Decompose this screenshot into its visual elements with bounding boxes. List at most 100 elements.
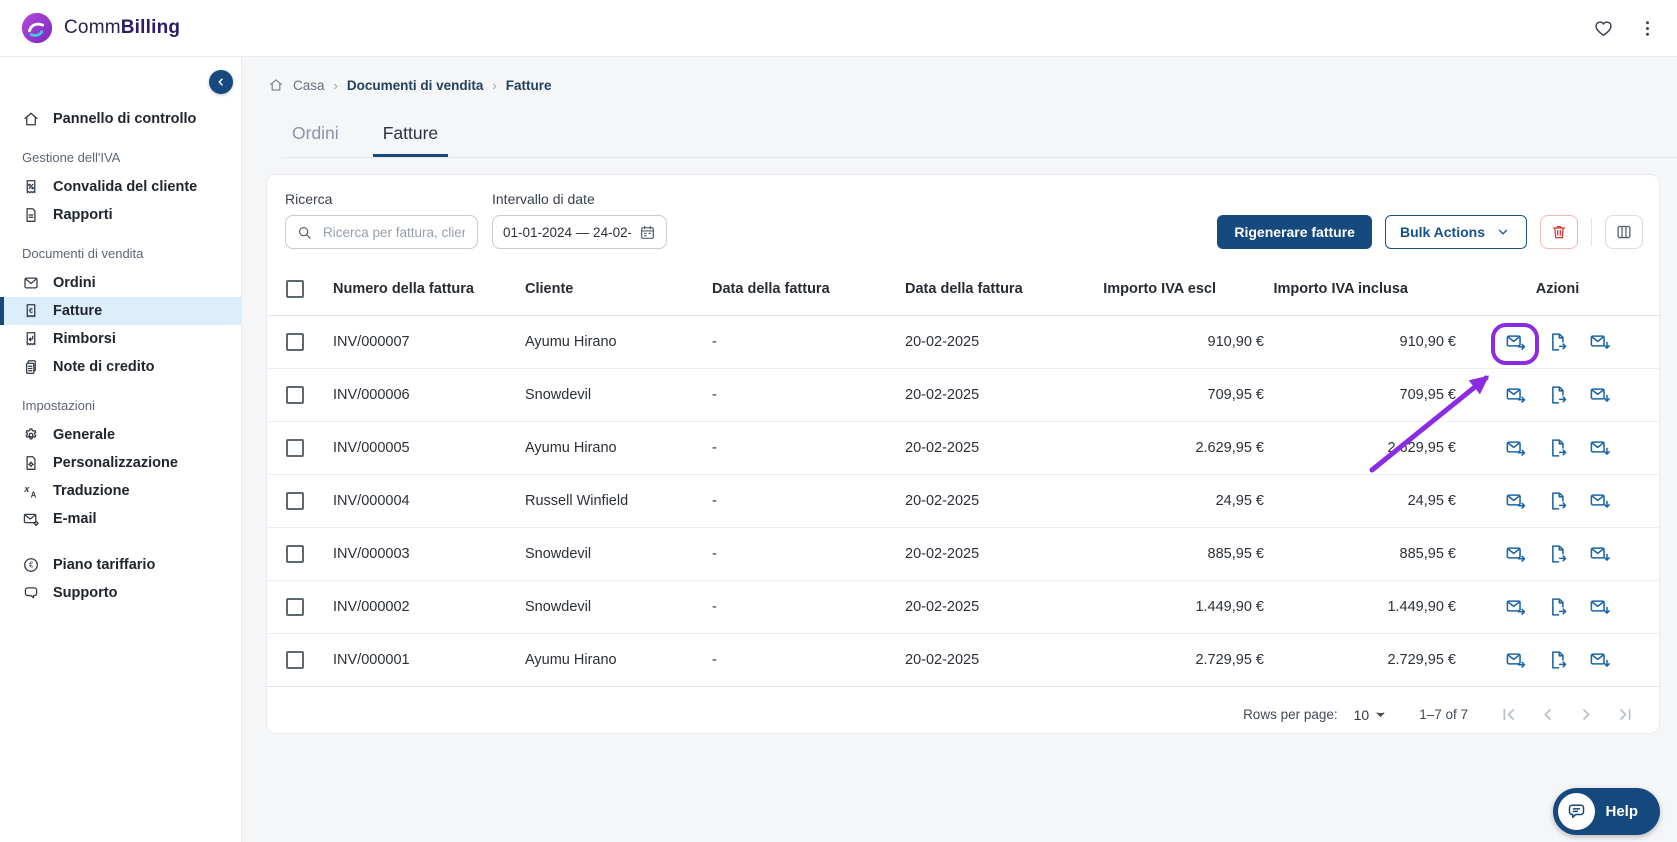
amount-incl-vat: 2.629,95 € [1387,440,1456,456]
sidebar-item-rimborsi[interactable]: Rimborsi [0,325,241,353]
column-header-data-della-fattura[interactable]: Data della fattura [712,281,905,297]
date-range-input[interactable]: 01-01-2024 — 24-02-202 [492,215,667,249]
doc-export-icon[interactable] [1546,648,1570,672]
row-checkbox[interactable] [286,386,304,404]
sidebar-item-rapporti[interactable]: Rapporti [0,201,241,229]
doc-export-icon[interactable] [1546,436,1570,460]
mail-send-icon[interactable] [1504,542,1528,566]
doc-export-icon[interactable] [1546,542,1570,566]
breadcrumb-item-casa[interactable]: Casa [293,78,325,93]
breadcrumb-item-documenti-di-vendita[interactable]: Documenti di vendita [347,78,484,93]
last-page-icon[interactable] [1613,703,1637,727]
kebab-menu-icon[interactable] [1633,14,1661,42]
doc-export-icon[interactable] [1546,383,1570,407]
column-header-importo-iva-inclusa[interactable]: Importo IVA inclusa [1264,281,1456,297]
sidebar-item-fatture[interactable]: € Fatture [0,297,241,325]
mail-download-icon[interactable] [1588,648,1612,672]
mail-download-icon[interactable] [1588,595,1612,619]
prev-page-icon[interactable] [1535,703,1559,727]
row-checkbox[interactable] [286,598,304,616]
invoice-date: - [712,599,717,615]
doc-export-icon[interactable] [1546,330,1570,354]
mail-download-icon[interactable] [1588,330,1612,354]
tab-fatture[interactable]: Fatture [372,113,449,157]
mail-send-icon[interactable] [1504,595,1528,619]
chevron-down-icon [1494,223,1512,241]
tab-ordini[interactable]: Ordini [282,113,349,157]
row-actions [1456,330,1659,354]
row-checkbox[interactable] [286,545,304,563]
heart-icon[interactable] [1589,14,1617,42]
date-range-value: 01-01-2024 — 24-02-202 [503,224,631,240]
sidebar-item-ordini[interactable]: Ordini [0,269,241,297]
row-actions [1456,648,1659,672]
mail-send-icon[interactable] [1504,436,1528,460]
mail-send-icon[interactable] [1504,648,1528,672]
amount-excl-vat: 2.729,95 € [1195,652,1264,668]
invoice-date-2: 20-02-2025 [905,334,980,350]
breadcrumb: Casa › Documenti di vendita › Fatture [242,57,1677,93]
amount-incl-vat: 709,95 € [1399,387,1456,403]
sidebar-item-label: Ordini [53,275,96,291]
column-header-numero-della-fattura[interactable]: Numero della fattura [333,281,525,297]
amount-incl-vat: 910,90 € [1399,334,1456,350]
doc-export-icon[interactable] [1546,489,1570,513]
sidebar-section-title: Impostazioni [22,398,95,413]
mail-send-icon[interactable] [1504,330,1528,354]
invoice-date-2: 20-02-2025 [905,387,980,403]
column-header-cliente[interactable]: Cliente [525,281,712,297]
sidebar-section-title: Gestione dell'IVA [22,150,121,165]
mail-send-icon[interactable] [1504,383,1528,407]
chevron-down-icon [1372,706,1389,723]
invoice-number: INV/000004 [333,493,410,509]
sidebar-item-generale[interactable]: Generale [0,421,241,449]
sidebar-nav: Pannello di controllo Gestione dell'IVA Co… [0,57,241,607]
sidebar-item-note-di-credito[interactable]: Note di credito [0,353,241,381]
amount-excl-vat: 2.629,95 € [1195,440,1264,456]
home-icon[interactable] [268,77,284,93]
toolbar: Rigenerare fatture Bulk Actions [1217,215,1643,249]
mail-download-icon[interactable] [1588,436,1612,460]
mail-download-icon[interactable] [1588,489,1612,513]
search-input[interactable] [321,223,467,241]
select-all-checkbox[interactable] [286,280,304,298]
search-input-box [285,215,478,249]
mail-download-icon[interactable] [1588,383,1612,407]
next-page-icon[interactable] [1574,703,1598,727]
sidebar-item-label: Supporto [53,585,118,601]
sidebar-item-personalizzazione[interactable]: Personalizzazione [0,449,241,477]
sidebar-item-supporto[interactable]: Supporto [0,579,241,607]
sidebar-item-e-mail[interactable]: E-mail [0,505,241,533]
row-checkbox[interactable] [286,439,304,457]
help-button[interactable]: Help [1553,788,1660,835]
mail-download-icon[interactable] [1588,542,1612,566]
toolbar-divider [1591,218,1592,246]
sidebar-item-label: Generale [53,427,116,443]
rows-per-page-select[interactable]: 10 [1354,706,1390,723]
row-checkbox[interactable] [286,333,304,351]
first-page-icon[interactable] [1496,703,1520,727]
column-header-data-della-fattura[interactable]: Data della fattura [905,281,1086,297]
doc-export-icon[interactable] [1546,595,1570,619]
delete-button[interactable] [1540,215,1578,249]
row-checkbox[interactable] [286,492,304,510]
sidebar-item-convalida-del-cliente[interactable]: Convalida del cliente [0,173,241,201]
sidebar-item-piano-tariffario[interactable]: € Piano tariffario [0,551,241,579]
manage-columns-button[interactable] [1605,215,1643,249]
pagination-bar: Rows per page: 10 1–7 of 7 [267,686,1659,742]
row-actions [1456,595,1659,619]
sidebar-item-pannello-di-controllo[interactable]: Pannello di controllo [0,105,241,133]
regenerate-invoices-button[interactable]: Rigenerare fatture [1217,215,1372,249]
bulk-actions-button[interactable]: Bulk Actions [1384,215,1527,249]
mail-send-icon[interactable] [1504,489,1528,513]
column-header-importo-iva-escl[interactable]: Importo IVA escl [1086,281,1264,297]
sidebar-item-traduzione[interactable]: x A Traduzione [0,477,241,505]
refund-receipt-icon [22,330,40,348]
sidebar: Pannello di controllo Gestione dell'IVA Co… [0,57,242,842]
column-header-azioni[interactable]: Azioni [1456,281,1659,297]
row-checkbox[interactable] [286,651,304,669]
sidebar-collapse-button[interactable] [209,70,233,94]
amount-excl-vat: 709,95 € [1207,387,1264,403]
calendar-icon [639,224,656,241]
gear-icon [22,426,40,444]
